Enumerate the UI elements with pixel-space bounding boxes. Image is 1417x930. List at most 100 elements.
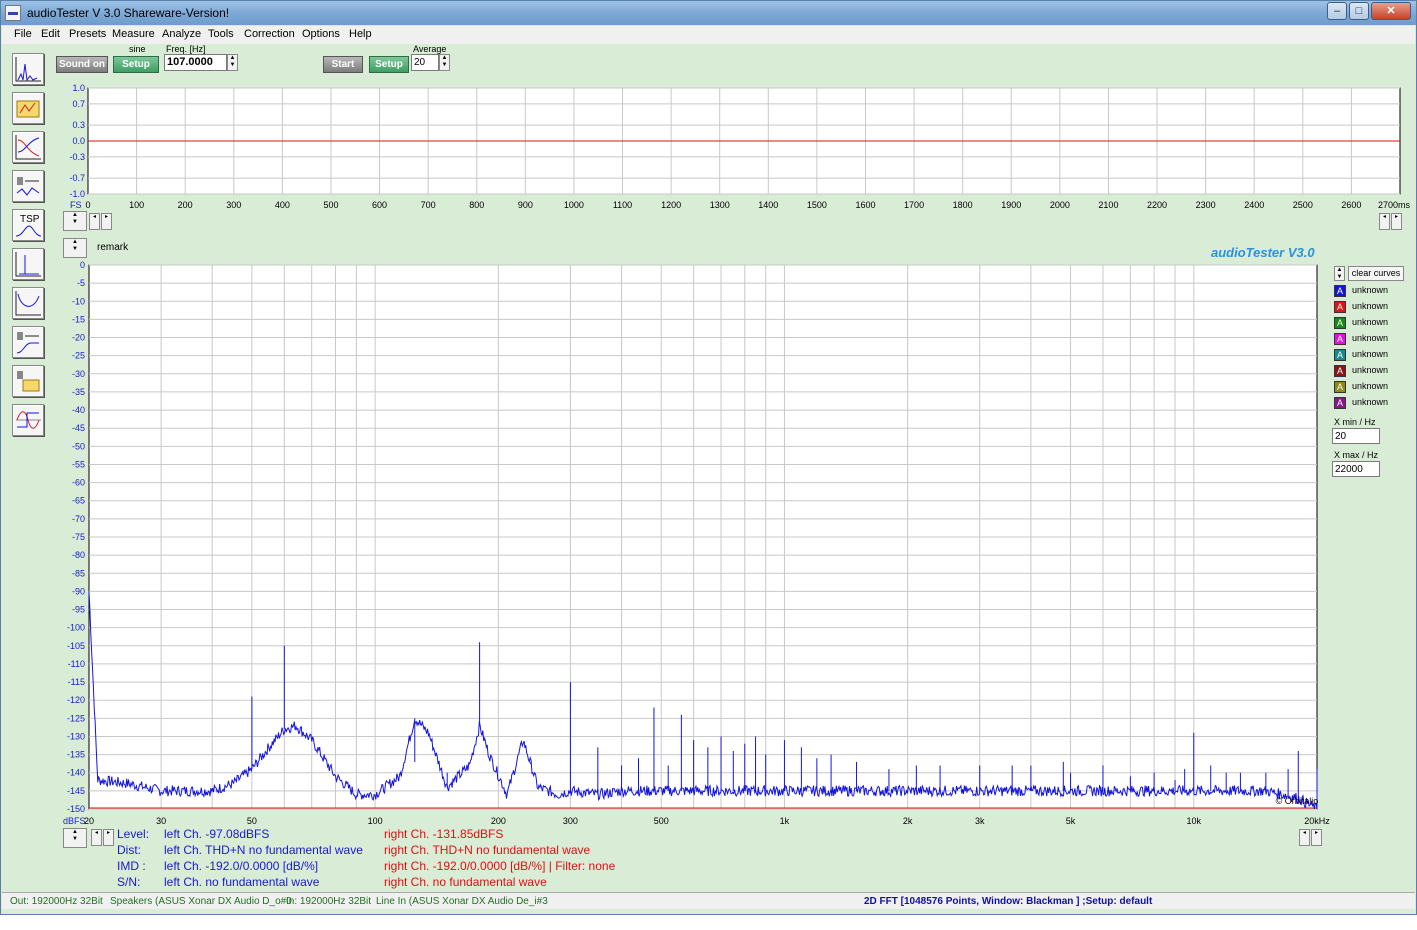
imd-label: IMD : (117, 859, 146, 873)
scope-x-tick-label: 2200 (1147, 200, 1167, 210)
xmax-label: X max / Hz (1334, 450, 1379, 460)
xmin-label: X min / Hz (1334, 417, 1376, 427)
scope-y-tick-label: -0.3 (69, 152, 85, 162)
spectrum-x-right[interactable]: ▸ (103, 829, 114, 846)
scope-x-end-right[interactable]: ▸ (1391, 213, 1402, 230)
legend-item-label: unknown (1352, 317, 1389, 327)
scope-fs-label: FS (70, 200, 82, 210)
status-in-device: Line In (ASUS Xonar DX Audio De_i#3 (376, 896, 548, 907)
spectrum-x-end-left[interactable]: ◂ (1299, 829, 1310, 846)
dist-label: Dist: (117, 843, 141, 857)
spectrum-y-tick-label: -15 (72, 314, 85, 324)
spectrum-y-tick-label: -150 (67, 804, 85, 814)
sn-right: right Ch. no fundamental wave (384, 875, 547, 889)
legend-item-label: unknown (1352, 301, 1389, 311)
spectrum-y-tick-label: -90 (72, 586, 85, 596)
spectrum-y-tick-label: -105 (67, 641, 85, 651)
scope-x-tick-label: 1900 (1001, 200, 1021, 210)
sn-left: left Ch. no fundamental wave (164, 875, 320, 889)
legend-item-label: unknown (1352, 333, 1389, 343)
spectrum-y-tick-label: -80 (72, 550, 85, 560)
scope-x-tick-label: 2400 (1244, 200, 1264, 210)
scope-y-tick-label: 0.3 (72, 120, 85, 130)
spectrum-y-tick-label: -100 (67, 623, 85, 633)
spectrum-y-zoom-bottom[interactable]: ▲ ▼ (63, 828, 87, 848)
xmin-input[interactable]: 20 (1332, 428, 1380, 444)
scope-x-left[interactable]: ◂ (89, 213, 100, 230)
spectrum-y-tick-label: -140 (67, 768, 85, 778)
spectrum-y-tick-label: -5 (77, 278, 85, 288)
spectrum-x-tick-label: 2k (903, 816, 913, 826)
scope-x-tick-label: 1000 (564, 200, 584, 210)
scope-x-tick-label: 1600 (855, 200, 875, 210)
curve-color-swatch[interactable]: A (1334, 397, 1346, 409)
scope-x-end-left[interactable]: ◂ (1379, 213, 1390, 230)
scope-y-tick-label: 0.7 (72, 99, 85, 109)
spectrum-y-tick-label: -110 (68, 659, 85, 669)
spectrum-x-tick-label: 5k (1066, 816, 1076, 826)
spectrum-y-tick-label: -115 (68, 677, 85, 687)
scope-x-right[interactable]: ▸ (101, 213, 112, 230)
spectrum-x-end-right[interactable]: ▸ (1311, 829, 1322, 846)
app-window: audioTester V 3.0 Shareware-Version! – □… (0, 0, 1417, 915)
spectrum-x-tick-label: 200 (491, 816, 506, 826)
level-right: right Ch. -131.85dBFS (384, 827, 504, 841)
dist-right: right Ch. THD+N no fundamental wave (384, 843, 591, 857)
spectrum-y-zoom[interactable]: ▲ ▼ (63, 238, 87, 258)
scope-y-tick-label: -0.7 (69, 173, 85, 183)
spectrum-x-tick-label: 3k (975, 816, 985, 826)
scope-x-tick-label: 0 (85, 200, 90, 210)
scope-y-zoom[interactable]: ▲ ▼ (63, 211, 87, 231)
spectrum-y-tick-label: -135 (67, 750, 85, 760)
curve-color-swatch[interactable]: A (1334, 381, 1346, 393)
remark-label: remark (97, 242, 129, 253)
scope-x-tick-label: 1400 (758, 200, 778, 210)
imd-right: right Ch. -192.0/0.0000 [dB/%] | Filter:… (384, 859, 616, 873)
spectrum-x-tick-label: 100 (368, 816, 383, 826)
scope-y-tick-label: 0.0 (72, 136, 85, 146)
curve-color-swatch[interactable]: A (1334, 333, 1346, 345)
scope-x-tick-label: 1800 (953, 200, 973, 210)
spectrum-y-tick-label: -95 (72, 605, 85, 615)
scope-x-tick-label: 700 (421, 200, 436, 210)
scope-x-tick-label: 1100 (613, 200, 632, 210)
spectrum-x-tick-label: 500 (654, 816, 669, 826)
curve-color-swatch[interactable]: A (1334, 349, 1346, 361)
curve-color-swatch[interactable]: A (1334, 285, 1346, 297)
spectrum-y-tick-label: -40 (72, 405, 85, 415)
scope-y-tick-label: 1.0 (72, 83, 85, 93)
level-label: Level: (117, 827, 150, 841)
level-left: left Ch. -97.08dBFS (164, 827, 270, 841)
spectrum-y-tick-label: -60 (72, 478, 85, 488)
spectrum-y-tick-label: -10 (72, 296, 85, 306)
scope-x-tick-label: 2100 (1098, 200, 1118, 210)
curve-color-swatch[interactable]: A (1334, 365, 1346, 377)
scope-x-tick-label: 2700ms (1378, 200, 1411, 210)
sn-label: S/N: (117, 875, 141, 889)
legend-item-label: unknown (1352, 285, 1389, 295)
spectrum-y-tick-label: -45 (72, 423, 85, 433)
legend-spinner[interactable]: ▲ ▼ (1334, 266, 1345, 281)
scope-x-tick-label: 800 (469, 200, 484, 210)
scope-x-tick-label: 1300 (710, 200, 730, 210)
curve-color-swatch[interactable]: A (1334, 317, 1346, 329)
scope-x-tick-label: 300 (226, 200, 241, 210)
spectrum-x-left[interactable]: ◂ (91, 829, 102, 846)
xmax-input[interactable]: 22000 (1332, 461, 1380, 477)
clear-curves-button[interactable]: clear curves (1348, 266, 1404, 281)
spectrum-y-tick-label: -20 (72, 333, 85, 343)
scope-x-tick-label: 2300 (1196, 200, 1216, 210)
status-out: Out: 192000Hz 32Bit (10, 896, 103, 907)
curve-color-swatch[interactable]: A (1334, 301, 1346, 313)
spectrum-y-tick-label: -65 (72, 496, 85, 506)
spectrum-x-tick-label: 30 (156, 816, 166, 826)
status-out-device: Speakers (ASUS Xonar DX Audio D_o#0 (110, 896, 292, 907)
spectrum-y-tick-label: -70 (72, 514, 85, 524)
spectrum-x-tick-label: 20kHz (1304, 816, 1330, 826)
scope-x-tick-label: 400 (275, 200, 290, 210)
brand-label: audioTester V3.0 (1211, 245, 1315, 260)
legend-item-label: unknown (1352, 349, 1389, 359)
spectrum-y-tick-label: -35 (72, 387, 85, 397)
scope-x-tick-label: 1500 (807, 200, 827, 210)
charts-canvas: 0 100 200 300 400 500 600 700 800 900 1000 1100 1200… (63, 83, 1411, 826)
